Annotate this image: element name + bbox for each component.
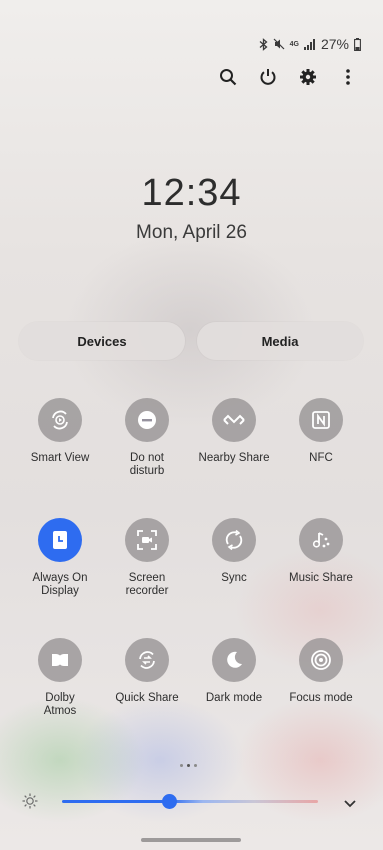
tile-label: Screen recorder [125,572,169,597]
tile-nearby-share[interactable]: Nearby Share [189,398,279,465]
clock-time: 12:34 [141,172,242,214]
page-dot-active[interactable] [187,764,190,767]
page-dot[interactable] [194,764,197,767]
tile-do-not-disturb[interactable]: Do not disturb [102,398,192,478]
brightness-slider[interactable] [62,800,318,803]
tile-sync[interactable]: Sync [189,518,279,585]
tile-screen-recorder[interactable]: Screen recorder [102,518,192,598]
clock-icon [38,518,82,562]
brightness-thumb[interactable] [162,794,178,809]
tile-always-on-display[interactable]: Always On Display [15,518,105,598]
home-indicator[interactable] [141,838,241,842]
moon-icon [212,638,256,682]
battery-icon [354,37,361,51]
status-bar: 4G 27% [259,36,361,52]
tile-label: Do not disturb [129,452,165,477]
media-button[interactable]: Media [197,322,363,360]
settings-icon[interactable] [299,67,317,87]
tile-focus-mode[interactable]: Focus mode [276,638,366,705]
signal-icon [303,38,316,50]
mute-icon [273,38,285,50]
battery-percent: 27% [320,36,349,52]
brightness-control [22,790,362,814]
dolby-icon [38,638,82,682]
tile-label: Always On Display [32,572,88,597]
focus-icon [299,638,343,682]
devices-button[interactable]: Devices [19,322,185,360]
tile-dark-mode[interactable]: Dark mode [189,638,279,705]
screen-recorder-icon [125,518,169,562]
power-icon[interactable] [259,67,277,87]
tile-label: Music Share [289,572,353,584]
tile-dolby-atmos[interactable]: Dolby Atmos [15,638,105,718]
sync-icon [212,518,256,562]
tile-label: Dark mode [205,692,263,704]
tile-nfc[interactable]: NFC [276,398,366,465]
network-type-icon: 4G [289,40,299,48]
search-icon[interactable] [219,67,237,87]
nfc-icon [299,398,343,442]
tile-label: Quick Share [115,692,179,704]
tile-label: Focus mode [289,692,353,704]
tile-music-share[interactable]: Music Share [276,518,366,585]
tile-quick-share[interactable]: Quick Share [102,638,192,705]
clock-date: Mon, April 26 [136,222,247,243]
more-icon[interactable] [339,67,357,87]
quick-panel-actions [219,67,357,87]
nearby-share-icon [212,398,256,442]
brightness-icon [22,793,38,814]
smart-view-icon [38,398,82,442]
tile-label: Dolby Atmos [43,692,77,717]
tile-label: Nearby Share [198,452,270,464]
bluetooth-icon [259,37,268,51]
tile-smart-view[interactable]: Smart View [15,398,105,465]
minus-circle-icon [125,398,169,442]
page-indicator [180,764,197,767]
chevron-down-icon[interactable] [343,796,357,814]
page-dot[interactable] [180,764,183,767]
tile-label: Sync [221,572,247,584]
music-share-icon [299,518,343,562]
tile-label: NFC [309,452,333,464]
quick-share-icon [125,638,169,682]
tile-label: Smart View [30,452,90,464]
